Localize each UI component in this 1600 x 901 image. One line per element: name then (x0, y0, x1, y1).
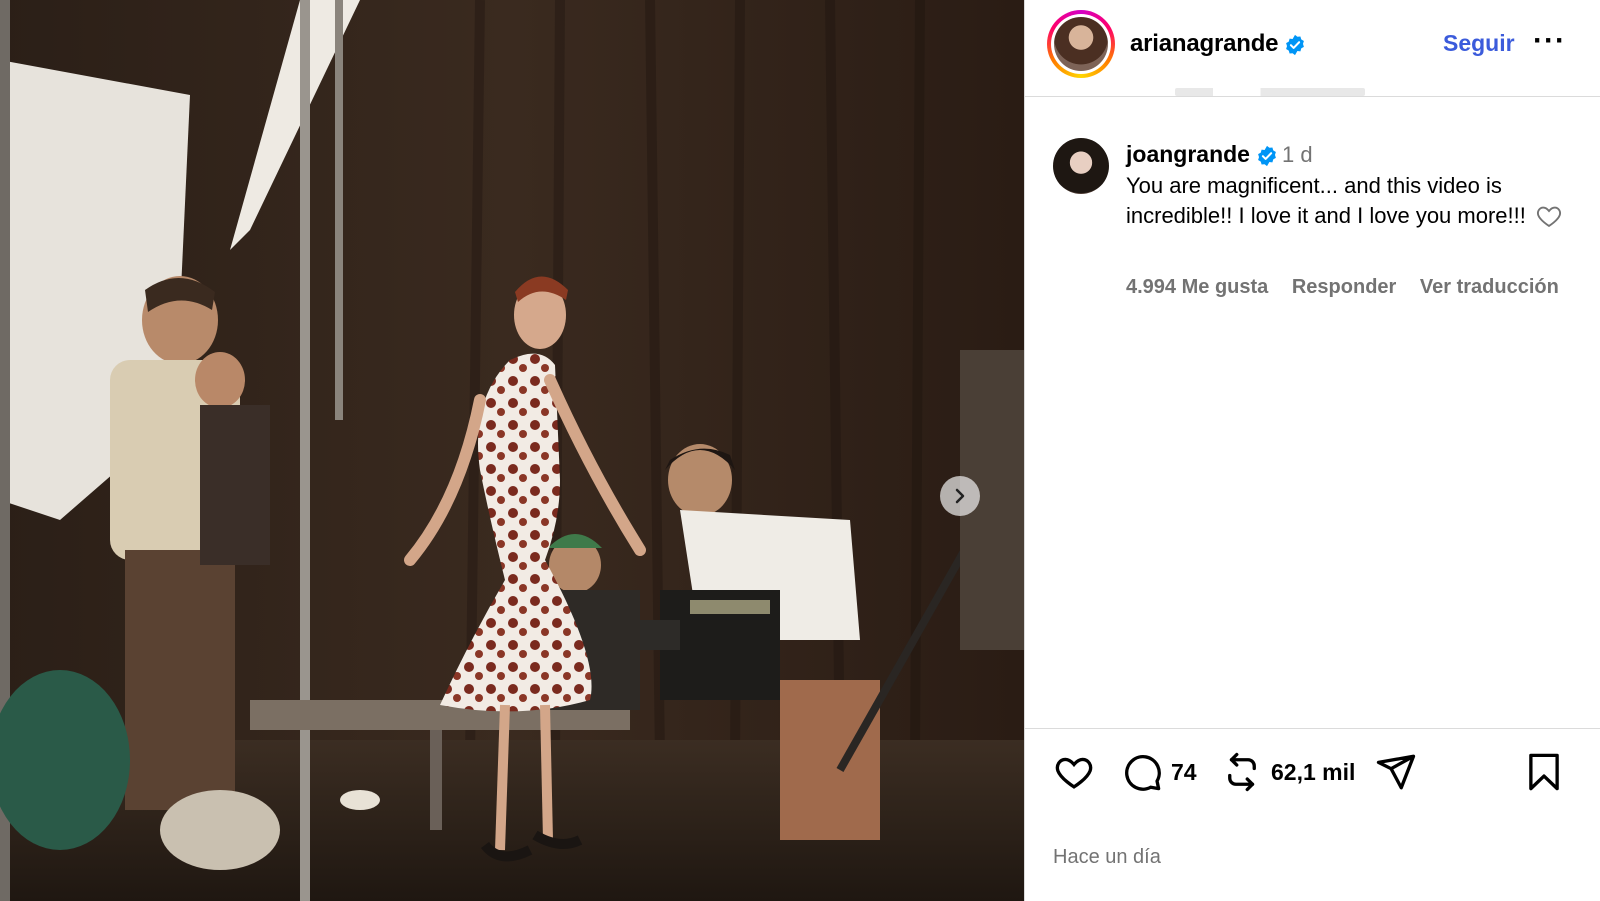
comment-time: 1 d (1281, 142, 1313, 167)
comment-likes[interactable]: 4.994 Me gusta (1126, 276, 1268, 298)
comment-meta: 4.994 Me gusta Responder Ver traducción (1126, 276, 1577, 299)
bookmark-icon (1529, 753, 1559, 791)
repost-icon (1228, 752, 1256, 792)
post-header: arianagrande Seguir ··· (1025, 0, 1600, 97)
save-button[interactable] (1523, 751, 1565, 793)
reposts-count: 62,1 mil (1271, 758, 1356, 785)
comments-count: 74 (1171, 758, 1197, 785)
comment-button[interactable]: 74 (1121, 751, 1197, 793)
comment-bubble-icon (1125, 755, 1161, 791)
author-username[interactable]: arianagrande (1130, 30, 1306, 58)
see-translation-button[interactable]: Ver traducción (1420, 276, 1559, 298)
commenter-username[interactable]: joangrande (1126, 141, 1250, 167)
action-bar: 74 62,1 mil (1025, 728, 1600, 816)
chevron-right-icon (955, 488, 965, 504)
comment-header: joangrande 1 d (1126, 141, 1313, 168)
author-avatar[interactable] (1047, 10, 1115, 78)
next-slide-button[interactable] (940, 476, 980, 516)
post-timestamp: Hace un día (1053, 846, 1161, 868)
reply-button[interactable]: Responder (1292, 276, 1396, 298)
send-paper-plane-icon (1376, 754, 1416, 790)
share-button[interactable] (1375, 751, 1417, 793)
author-username-text[interactable]: arianagrande (1130, 30, 1279, 57)
scrolled-caption-remnant (1175, 88, 1365, 96)
verified-badge-icon (1258, 145, 1276, 167)
repost-button[interactable]: 62,1 mil (1221, 751, 1355, 793)
commenter-avatar[interactable] (1053, 138, 1109, 194)
comment-text: You are magnificent... and this video is… (1126, 173, 1526, 228)
post-side-panel: arianagrande Seguir ··· joangrande 1 d Y… (1024, 0, 1600, 901)
like-button[interactable] (1053, 751, 1095, 793)
film-set-photo (0, 0, 1024, 901)
instagram-post-view: arianagrande Seguir ··· joangrande 1 d Y… (0, 0, 1600, 901)
verified-badge-icon (1286, 34, 1305, 55)
post-photo (0, 0, 1024, 901)
comment-like-heart-icon[interactable] (1535, 202, 1563, 230)
follow-button[interactable]: Seguir (1443, 30, 1515, 57)
more-options-icon[interactable]: ··· (1533, 24, 1566, 58)
heart-icon (1055, 757, 1093, 789)
